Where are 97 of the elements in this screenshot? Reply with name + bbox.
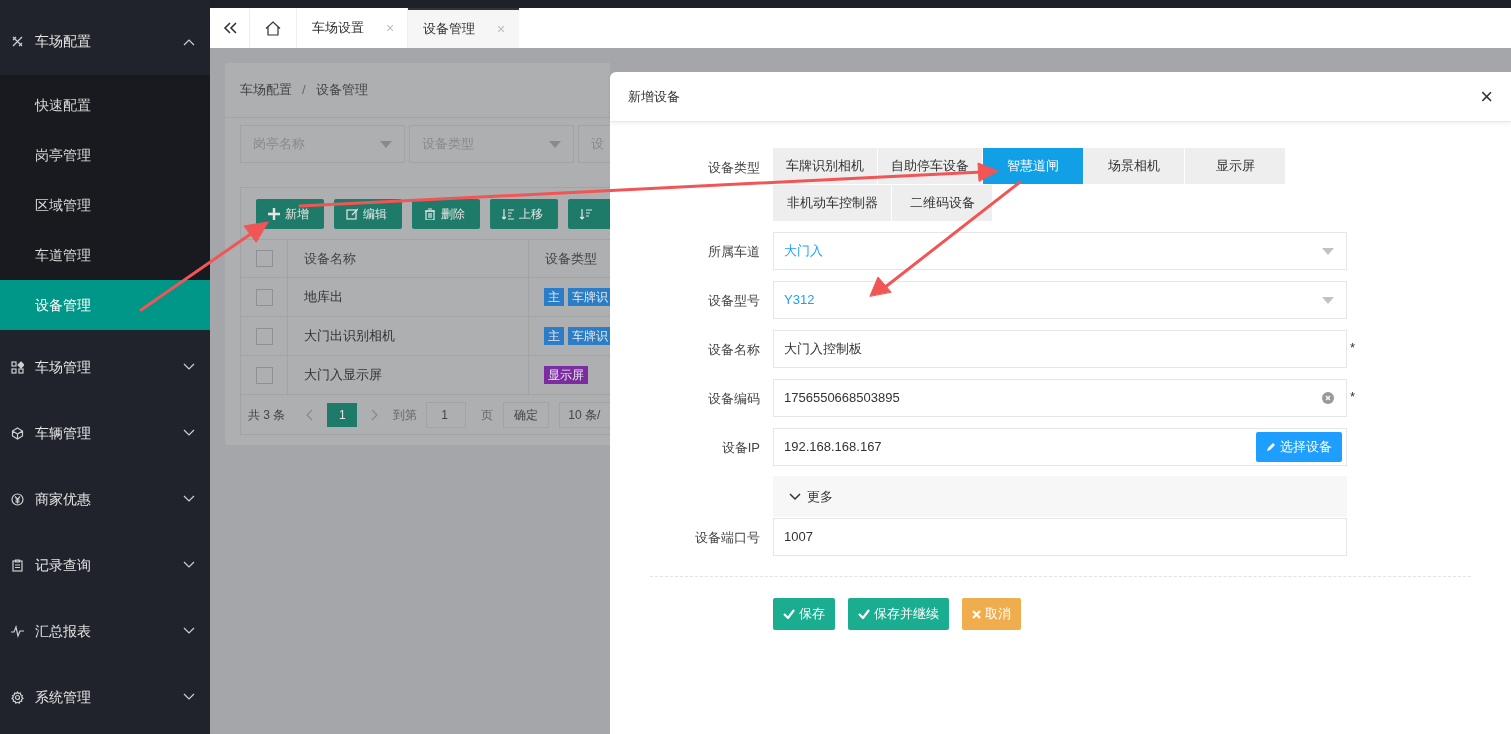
chevron-down-icon	[183, 627, 195, 635]
yen-circle-icon	[11, 492, 24, 506]
sidebar-group[interactable]: 商家优惠	[0, 462, 210, 528]
field-label: 设备端口号	[694, 529, 760, 547]
table-cell: 大门入显示屏	[288, 356, 529, 394]
row-checkbox[interactable]	[255, 288, 273, 306]
type-tag: 主	[544, 327, 564, 345]
tools-icon	[11, 35, 24, 48]
check-icon	[858, 609, 870, 619]
chevron-down-icon	[183, 561, 195, 569]
plus-icon	[268, 208, 280, 220]
required-mark: *	[1350, 388, 1356, 406]
trash-icon	[424, 208, 436, 220]
sidebar-group[interactable]: 车辆管理	[0, 396, 210, 462]
device-type-option[interactable]: 非机动车控制器	[773, 185, 891, 221]
field-label: 所属车道	[707, 243, 760, 261]
device-type-option[interactable]: 场景相机	[1084, 148, 1184, 184]
chevron-up-icon	[183, 37, 195, 46]
input-field[interactable]: 192.168.168.167 选择设备	[773, 428, 1347, 466]
sidebar-group[interactable]: 车场管理	[0, 330, 210, 396]
sidebar-group[interactable]: 系统管理	[0, 660, 210, 726]
sidebar-group[interactable]: 记录查询	[0, 528, 210, 594]
page-tab[interactable]: 设备管理 ×	[408, 8, 519, 48]
type-tag: 显示屏	[544, 366, 588, 384]
chevron-down-icon	[183, 363, 195, 371]
field-label: 设备名称	[707, 341, 760, 359]
device-type-option[interactable]: 显示屏	[1185, 148, 1285, 184]
toolbar-button[interactable]: 编辑	[334, 199, 402, 229]
caret-down-icon	[549, 140, 561, 148]
caret-down-icon	[1322, 247, 1334, 255]
tab-label: 设备管理	[423, 20, 475, 39]
toolbar-button[interactable]: 删除	[412, 199, 480, 229]
column-header: 设备类型	[544, 249, 598, 268]
input-field[interactable]: 1756550668503895	[773, 379, 1347, 417]
chevron-down-icon	[183, 495, 195, 503]
type-tag: 主	[544, 288, 564, 306]
select-all-checkbox[interactable]	[255, 250, 273, 267]
breadcrumb-item[interactable]: 设备管理	[315, 80, 368, 100]
caret-down-icon	[380, 140, 392, 148]
column-header: 设备名称	[288, 240, 529, 277]
device-type-option[interactable]: 自助停车设备	[878, 148, 982, 184]
field-label: 设备型号	[707, 292, 760, 310]
pulse-icon	[11, 624, 24, 638]
type-tag: 车牌识	[568, 327, 610, 345]
close-button[interactable]: ×	[1480, 85, 1493, 108]
input-field[interactable]: 大门入控制板	[773, 330, 1347, 368]
dialog-title: 新增设备	[628, 87, 681, 106]
sort-up-icon	[502, 208, 514, 220]
page-number[interactable]: 1	[327, 402, 358, 427]
table-cell: 地库出	[288, 278, 529, 316]
sidebar-group[interactable]: 车场配置	[0, 0, 210, 75]
chevron-down-icon	[789, 492, 801, 501]
required-mark: *	[1350, 339, 1356, 357]
more-toggle[interactable]: 更多	[773, 476, 1347, 517]
type-tag: 车牌识	[568, 288, 610, 306]
sidebar-item[interactable]: 快速配置	[0, 80, 210, 130]
row-checkbox[interactable]	[255, 366, 273, 384]
sidebar-item[interactable]: 车道管理	[0, 230, 210, 280]
chevron-down-icon	[183, 693, 195, 701]
chevron-right-icon	[371, 408, 380, 421]
toolbar-button[interactable]	[568, 199, 610, 229]
cube-icon	[11, 426, 24, 440]
device-type-option[interactable]: 车牌识别相机	[773, 148, 877, 184]
row-checkbox[interactable]	[255, 327, 273, 345]
breadcrumb-separator: /	[302, 81, 306, 100]
home-icon	[265, 20, 281, 36]
field-label: 设备编码	[707, 390, 760, 408]
goto-label: 到第	[393, 406, 418, 424]
chevron-left-icon	[305, 408, 314, 421]
confirm-button[interactable]: 确定	[503, 401, 550, 428]
page-unit-label: 页	[481, 406, 494, 424]
pencil-icon	[1266, 442, 1276, 452]
table-cell: 大门出识别相机	[288, 317, 529, 355]
sidebar-item[interactable]: 岗亭管理	[0, 130, 210, 180]
sidebar-group[interactable]: 汇总报表	[0, 594, 210, 660]
chevron-down-icon	[183, 429, 195, 437]
toolbar-button[interactable]: 上移	[490, 199, 558, 229]
double-chevron-left-icon	[222, 22, 237, 34]
edit-icon	[346, 208, 358, 220]
breadcrumb-item[interactable]: 车场配置	[240, 80, 292, 100]
total-count: 共 3 条	[248, 406, 286, 424]
sidebar-item[interactable]: 设备管理	[0, 280, 210, 330]
clipboard-icon	[11, 558, 24, 572]
toolbar-button[interactable]: 新增	[256, 199, 324, 229]
grid-icon	[11, 360, 24, 374]
tab-label: 车场设置	[312, 19, 364, 38]
gear-icon	[11, 690, 24, 704]
input-field[interactable]: 1007	[773, 518, 1347, 556]
sidebar-item[interactable]: 区域管理	[0, 180, 210, 230]
field-label: 设备类型	[707, 159, 760, 177]
check-icon	[783, 609, 795, 619]
goto-field[interactable]: 1	[426, 401, 467, 428]
device-type-option[interactable]: 二维码设备	[892, 185, 992, 221]
caret-down-icon	[1322, 296, 1334, 304]
field-label: 设备IP	[720, 439, 760, 457]
sort-down-icon	[580, 208, 592, 220]
x-icon	[972, 609, 981, 619]
